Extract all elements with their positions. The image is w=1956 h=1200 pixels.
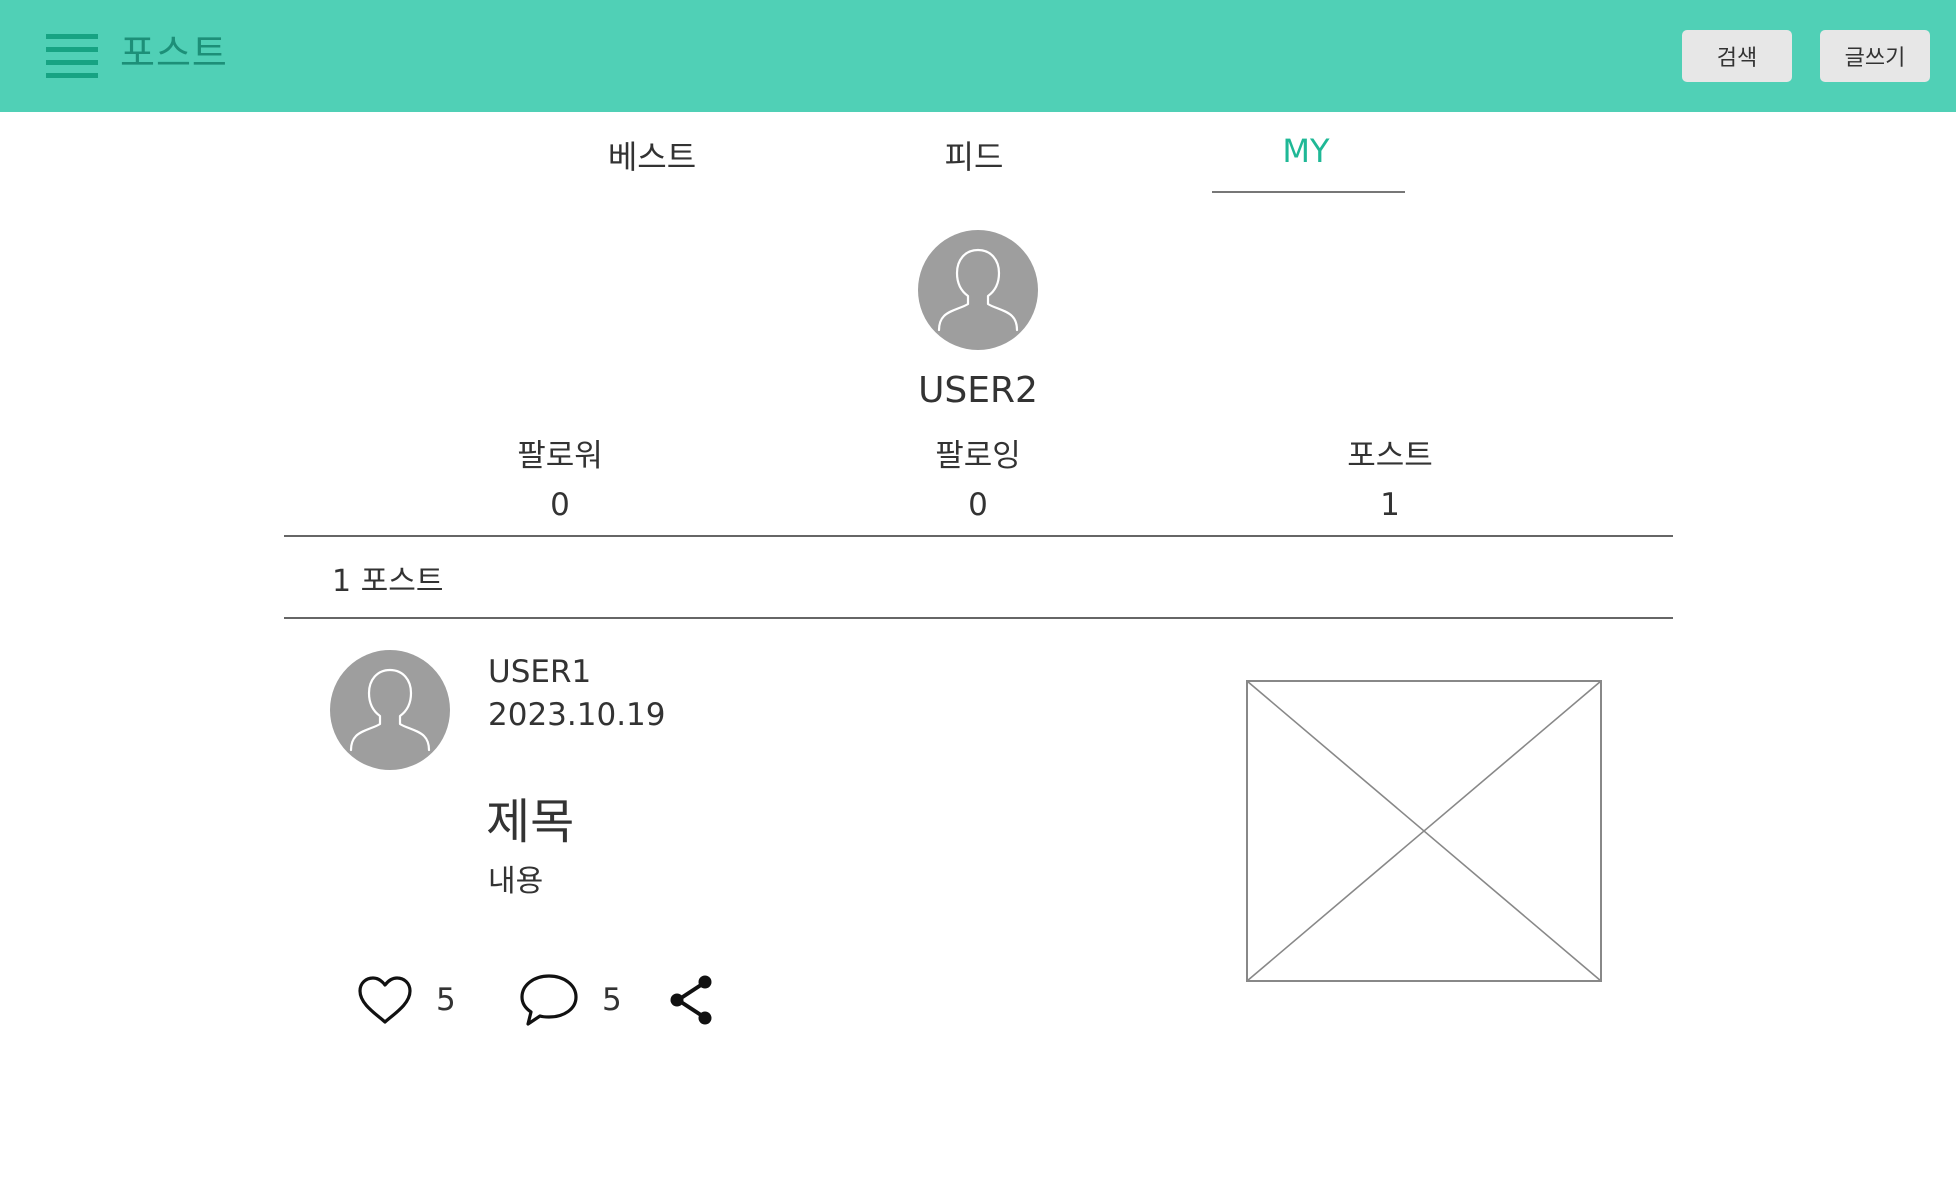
followers-count: 0 [550,487,570,523]
active-tab-underline [1212,191,1405,193]
comment-count: 5 [602,982,622,1018]
tab-best[interactable]: 베스트 [552,132,752,178]
posts-label: 포스트 [1347,438,1433,474]
post-title[interactable]: 제목 [486,782,574,852]
heart-icon[interactable] [356,974,414,1026]
posts-stat[interactable]: 포스트 1 [1290,430,1490,523]
user-silhouette-icon [349,668,431,752]
page-title: 포스트 [120,31,228,75]
post-content[interactable]: 내용 [488,856,543,900]
like-action: 5 [356,970,456,1030]
like-count: 5 [436,982,456,1018]
posts-count: 1 [1380,487,1400,523]
tab-my[interactable]: MY [1206,132,1406,170]
profile-avatar[interactable] [918,230,1038,350]
search-button[interactable]: 검색 [1682,30,1792,82]
post-date: 2023.10.19 [488,697,666,733]
speech-bubble-icon[interactable] [518,972,580,1028]
post-author-avatar[interactable] [330,650,450,770]
post-count-label: 1 포스트 [332,564,444,599]
divider [284,535,1673,537]
followers-stat[interactable]: 팔로워 0 [460,430,660,523]
hamburger-menu-icon[interactable] [46,34,98,78]
user-silhouette-icon [937,248,1019,332]
top-bar: 포스트 검색 글쓰기 [0,0,1956,112]
following-count: 0 [968,487,988,523]
profile-username: USER2 [918,370,1038,411]
followers-label: 팔로워 [517,438,603,474]
divider [284,617,1673,619]
share-icon[interactable] [668,970,716,1030]
following-label: 팔로잉 [935,438,1021,474]
comment-action: 5 [518,970,622,1030]
tab-feed[interactable]: 피드 [874,132,1074,178]
image-placeholder-icon[interactable] [1246,680,1602,982]
following-stat[interactable]: 팔로잉 0 [878,430,1078,523]
write-button[interactable]: 글쓰기 [1820,30,1930,82]
post-author-name[interactable]: USER1 [488,654,591,690]
